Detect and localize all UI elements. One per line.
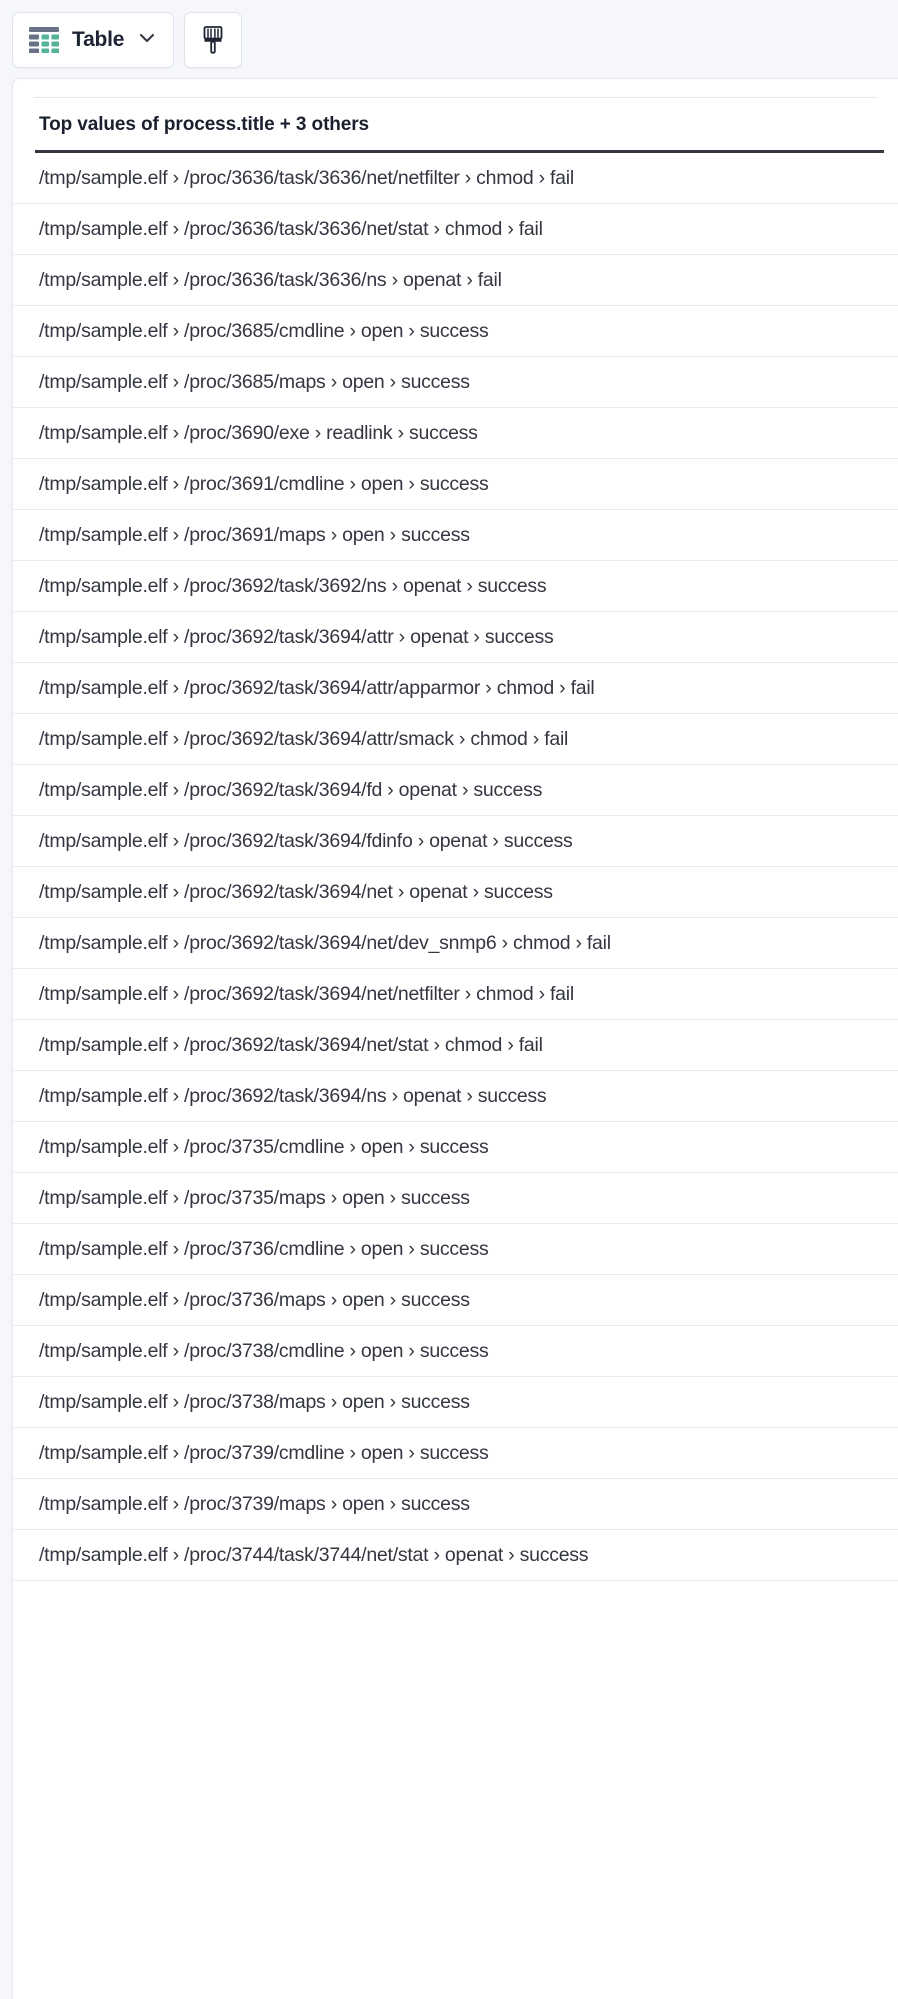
table-row[interactable]: /tmp/sample.elf › /proc/3692/task/3694/a…	[13, 714, 898, 765]
table-row[interactable]: /tmp/sample.elf › /proc/3636/task/3636/n…	[13, 255, 898, 306]
table-cell-value: /tmp/sample.elf › /proc/3735/maps › open…	[39, 1186, 470, 1209]
table-cell-value: /tmp/sample.elf › /proc/3692/task/3694/f…	[39, 778, 543, 801]
table-cell-value: /tmp/sample.elf › /proc/3685/maps › open…	[39, 370, 470, 393]
table-row[interactable]: /tmp/sample.elf › /proc/3738/maps › open…	[13, 1377, 898, 1428]
table-cell-value: /tmp/sample.elf › /proc/3692/task/3694/f…	[39, 829, 573, 852]
table-row[interactable]: /tmp/sample.elf › /proc/3691/cmdline › o…	[13, 459, 898, 510]
table-cell-value: /tmp/sample.elf › /proc/3692/task/3694/n…	[39, 1033, 543, 1056]
table-cell-value: /tmp/sample.elf › /proc/3692/task/3694/a…	[39, 727, 569, 750]
table-cell-value: /tmp/sample.elf › /proc/3692/task/3694/n…	[39, 931, 611, 954]
table-cell-value: /tmp/sample.elf › /proc/3736/cmdline › o…	[39, 1237, 489, 1260]
table-cell-value: /tmp/sample.elf › /proc/3685/cmdline › o…	[39, 319, 489, 342]
table-row[interactable]: /tmp/sample.elf › /proc/3692/task/3694/a…	[13, 663, 898, 714]
style-options-button[interactable]	[184, 12, 243, 68]
table-cell-value: /tmp/sample.elf › /proc/3739/maps › open…	[39, 1492, 470, 1515]
table-cell-value: /tmp/sample.elf › /proc/3692/task/3694/n…	[39, 982, 574, 1005]
table-cell-value: /tmp/sample.elf › /proc/3744/task/3744/n…	[39, 1543, 589, 1566]
table-row[interactable]: /tmp/sample.elf › /proc/3690/exe › readl…	[13, 408, 898, 459]
table-row[interactable]: /tmp/sample.elf › /proc/3685/cmdline › o…	[13, 306, 898, 357]
table-row[interactable]: /tmp/sample.elf › /proc/3692/task/3694/n…	[13, 918, 898, 969]
table-row[interactable]: /tmp/sample.elf › /proc/3739/maps › open…	[13, 1479, 898, 1530]
table-cell-value: /tmp/sample.elf › /proc/3636/task/3636/n…	[39, 217, 543, 240]
table-row[interactable]: /tmp/sample.elf › /proc/3692/task/3694/n…	[13, 867, 898, 918]
visualization-toolbar: Table	[0, 0, 898, 80]
table-row[interactable]: /tmp/sample.elf › /proc/3739/cmdline › o…	[13, 1428, 898, 1479]
table-row[interactable]: /tmp/sample.elf › /proc/3692/task/3694/f…	[13, 816, 898, 867]
table-row[interactable]: /tmp/sample.elf › /proc/3692/task/3694/n…	[13, 969, 898, 1020]
table-cell-value: /tmp/sample.elf › /proc/3738/cmdline › o…	[39, 1339, 489, 1362]
table-cell-value: /tmp/sample.elf › /proc/3636/task/3636/n…	[39, 166, 574, 189]
table-type-dropdown-label: Table	[72, 28, 125, 51]
app-root: Table Top values of process.title + 3 ot…	[0, 0, 898, 1999]
table-cell-value: /tmp/sample.elf › /proc/3691/maps › open…	[39, 523, 470, 546]
table-row[interactable]: /tmp/sample.elf › /proc/3692/task/3694/f…	[13, 765, 898, 816]
table-cell-value: /tmp/sample.elf › /proc/3692/task/3694/a…	[39, 676, 595, 699]
table-cell-value: /tmp/sample.elf › /proc/3739/cmdline › o…	[39, 1441, 489, 1464]
table-visualization-panel: Top values of process.title + 3 others /…	[12, 78, 898, 1999]
table-rows-container: /tmp/sample.elf › /proc/3636/task/3636/n…	[13, 153, 898, 1581]
table-cell-value: /tmp/sample.elf › /proc/3736/maps › open…	[39, 1288, 470, 1311]
table-row[interactable]: /tmp/sample.elf › /proc/3692/task/3694/n…	[13, 1020, 898, 1071]
table-row[interactable]: /tmp/sample.elf › /proc/3736/maps › open…	[13, 1275, 898, 1326]
table-type-dropdown[interactable]: Table	[12, 12, 175, 68]
table-cell-value: /tmp/sample.elf › /proc/3691/cmdline › o…	[39, 472, 489, 495]
table-grid-icon	[29, 27, 59, 53]
paint-brush-icon	[201, 25, 225, 55]
table-row[interactable]: /tmp/sample.elf › /proc/3738/cmdline › o…	[13, 1326, 898, 1377]
table-row[interactable]: /tmp/sample.elf › /proc/3636/task/3636/n…	[13, 204, 898, 255]
table-row[interactable]: /tmp/sample.elf › /proc/3744/task/3744/n…	[13, 1530, 898, 1581]
table-row[interactable]: /tmp/sample.elf › /proc/3685/maps › open…	[13, 357, 898, 408]
table-cell-value: /tmp/sample.elf › /proc/3738/maps › open…	[39, 1390, 470, 1413]
table-row[interactable]: /tmp/sample.elf › /proc/3735/cmdline › o…	[13, 1122, 898, 1173]
table-row[interactable]: /tmp/sample.elf › /proc/3692/task/3692/n…	[13, 561, 898, 612]
table-cell-value: /tmp/sample.elf › /proc/3692/task/3694/n…	[39, 880, 553, 903]
table-cell-value: /tmp/sample.elf › /proc/3692/task/3694/n…	[39, 1084, 547, 1107]
table-row[interactable]: /tmp/sample.elf › /proc/3735/maps › open…	[13, 1173, 898, 1224]
table-cell-value: /tmp/sample.elf › /proc/3692/task/3694/a…	[39, 625, 554, 648]
table-cell-value: /tmp/sample.elf › /proc/3690/exe › readl…	[39, 421, 478, 444]
table-row[interactable]: /tmp/sample.elf › /proc/3636/task/3636/n…	[13, 153, 898, 204]
table-row[interactable]: /tmp/sample.elf › /proc/3691/maps › open…	[13, 510, 898, 561]
table-cell-value: /tmp/sample.elf › /proc/3692/task/3692/n…	[39, 574, 547, 597]
table-cell-value: /tmp/sample.elf › /proc/3735/cmdline › o…	[39, 1135, 489, 1158]
panel-title: Top values of process.title + 3 others	[39, 114, 370, 135]
table-row[interactable]: /tmp/sample.elf › /proc/3692/task/3694/a…	[13, 612, 898, 663]
table-row[interactable]: /tmp/sample.elf › /proc/3736/cmdline › o…	[13, 1224, 898, 1275]
table-row[interactable]: /tmp/sample.elf › /proc/3692/task/3694/n…	[13, 1071, 898, 1122]
table-cell-value: /tmp/sample.elf › /proc/3636/task/3636/n…	[39, 268, 502, 291]
chevron-down-icon	[137, 28, 157, 53]
